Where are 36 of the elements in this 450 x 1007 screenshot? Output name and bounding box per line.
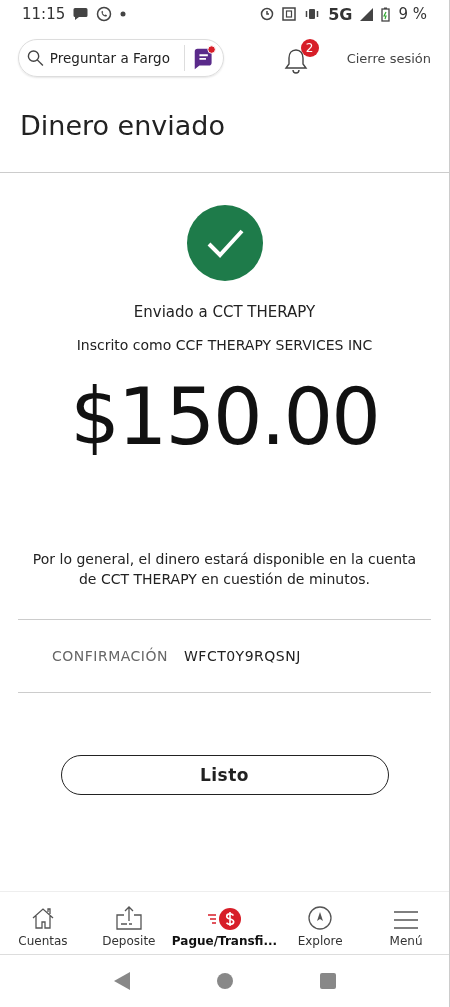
network-type: 5G (328, 4, 353, 24)
enrolled-name-text: Inscrito como CCF THERAPY SERVICES INC (76, 337, 373, 353)
dot-icon (120, 11, 127, 17)
success-check-icon (186, 205, 263, 281)
signal-icon (360, 7, 374, 21)
nav-tab[interactable]: Deposite (85, 892, 172, 954)
nav-tab[interactable]: Cuentas (0, 892, 86, 954)
confirmation-number: WFCT0Y9RQSNJ (184, 647, 301, 664)
clock-time: 11:15 (22, 5, 66, 23)
nfc-icon (282, 7, 297, 21)
back-icon[interactable] (113, 972, 130, 990)
availability-note: Por lo general, el dinero estará disponible en la cuenta de CCT THERAPY en cuestión de minutos. (31, 549, 418, 589)
nav-tab[interactable]: Pague/Transfi... (171, 892, 278, 954)
confirmation-label: CONFIRMACIÓN (52, 647, 168, 664)
logout-link[interactable]: Cierre sesión (346, 50, 431, 66)
dollar-coin-icon (206, 907, 243, 931)
amount-text: $150.00 (70, 371, 379, 464)
compass-icon (307, 905, 334, 931)
battery-percentage: 9 % (398, 5, 427, 23)
done-button[interactable]: Listo (60, 754, 389, 795)
home-icon[interactable] (216, 973, 233, 989)
battery-icon (381, 6, 391, 22)
phone-chat-icon (96, 6, 113, 22)
notification-count: 2 (300, 39, 319, 57)
chat-bubble-icon (73, 7, 89, 21)
search-icon (27, 49, 44, 67)
menu-icon (393, 909, 420, 931)
search-field[interactable]: Preguntar a Fargo (49, 50, 178, 66)
recipient-text: Enviado a CCT THERAPY (133, 303, 316, 321)
recent-apps-icon[interactable] (319, 973, 336, 989)
page-title: Dinero enviado (20, 110, 227, 141)
nav-tab[interactable]: Menú (363, 892, 449, 954)
alarm-icon (260, 7, 275, 21)
vibrate-icon (304, 7, 321, 21)
nav-tab[interactable]: Explore (277, 892, 364, 954)
upload-tray-icon (114, 905, 143, 931)
